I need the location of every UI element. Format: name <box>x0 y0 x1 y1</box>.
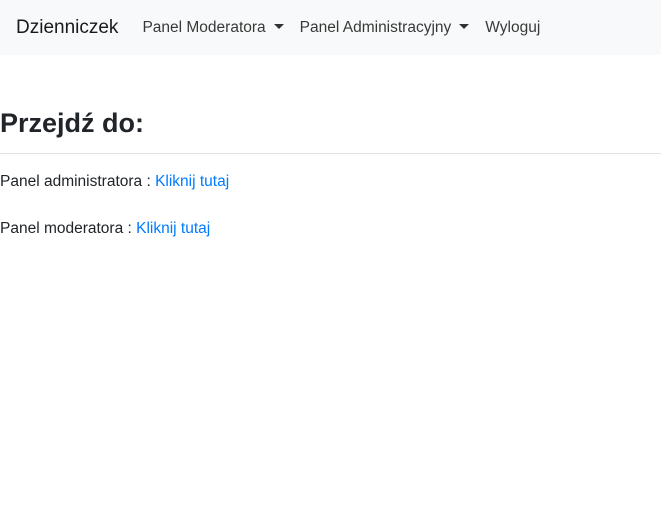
divider <box>0 153 661 155</box>
admin-panel-link[interactable]: Kliknij tutaj <box>155 173 229 190</box>
caret-down-icon <box>459 24 470 29</box>
nav-dropdown-panel-administracyjny[interactable]: Panel Administracyjny <box>300 19 470 37</box>
nav-item-label: Wyloguj <box>485 18 541 36</box>
admin-panel-label: Panel administratora : <box>0 173 156 191</box>
main-content: Przejdź do: Panel administratora : Klikn… <box>0 107 661 238</box>
nav-dropdown-panel-moderatora[interactable]: Panel Moderatora <box>142 18 284 37</box>
admin-panel-row: Panel administratora : Kliknij tutaj <box>0 173 661 191</box>
moderator-panel-label: Panel moderatora : <box>0 220 137 238</box>
caret-down-icon <box>273 24 284 29</box>
nav-link-wyloguj[interactable]: Wyloguj <box>485 19 540 37</box>
navbar-brand[interactable]: Dzienniczek <box>16 17 118 39</box>
nav-item-label: Panel Moderatora <box>142 18 266 36</box>
moderator-panel-row: Panel moderatora : Kliknij tutaj <box>0 220 661 238</box>
nav-item-label: Panel Administracyjny <box>299 18 452 36</box>
moderator-panel-link[interactable]: Kliknij tutaj <box>136 220 210 237</box>
top-navbar: Dzienniczek Panel Moderatora Panel Admin… <box>0 0 661 55</box>
page-title: Przejdź do: <box>0 108 145 138</box>
